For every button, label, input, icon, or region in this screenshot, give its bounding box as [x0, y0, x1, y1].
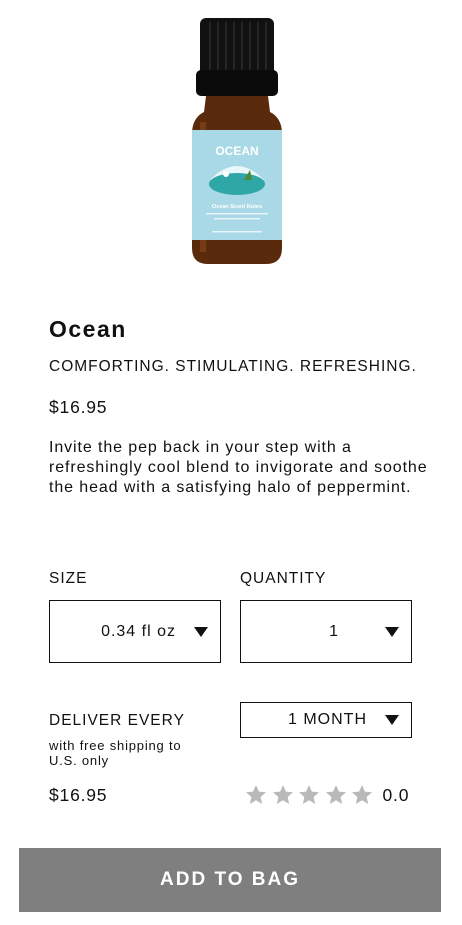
deliver-frequency-value: 1 MONTH [288, 711, 367, 728]
deliver-every-label: DELIVER EVERY [49, 712, 185, 729]
size-select[interactable]: 0.34 fl oz [49, 600, 221, 663]
caret-down-icon [385, 626, 399, 637]
size-label: SIZE [49, 570, 88, 587]
quantity-select[interactable]: 1 [240, 600, 412, 663]
quantity-select-value: 1 [329, 622, 339, 640]
caret-down-icon [385, 715, 399, 725]
product-title: Ocean [49, 316, 127, 342]
summary-price: $16.95 [49, 785, 108, 805]
deliver-frequency-select[interactable]: 1 MONTH [240, 702, 412, 738]
star-icon[interactable] [350, 783, 374, 807]
product-tagline: COMFORTING. STIMULATING. REFRESHING. [49, 358, 417, 375]
star-icon[interactable] [271, 783, 295, 807]
star-icon[interactable] [324, 783, 348, 807]
add-to-bag-button[interactable]: ADD TO BAG [19, 848, 441, 912]
product-price: $16.95 [49, 397, 108, 417]
bottle-label-title: OCEAN [215, 144, 258, 158]
shipping-note: with free shipping to U.S. only [49, 738, 182, 768]
star-icon[interactable] [244, 783, 268, 807]
rating[interactable]: 0.0 [244, 780, 414, 810]
caret-down-icon [194, 626, 208, 637]
size-select-value: 0.34 fl oz [101, 622, 176, 640]
bottle-label-subtitle: Ocean Scent Notes [212, 204, 262, 210]
product-description: Invite the pep back in your step with a … [49, 439, 428, 496]
quantity-label: QUANTITY [240, 570, 327, 587]
product-image: OCEAN Ocean Scent Notes [170, 12, 294, 274]
bottle-cap [200, 18, 274, 76]
star-icon[interactable] [297, 783, 321, 807]
rating-value: 0.0 [382, 784, 410, 805]
